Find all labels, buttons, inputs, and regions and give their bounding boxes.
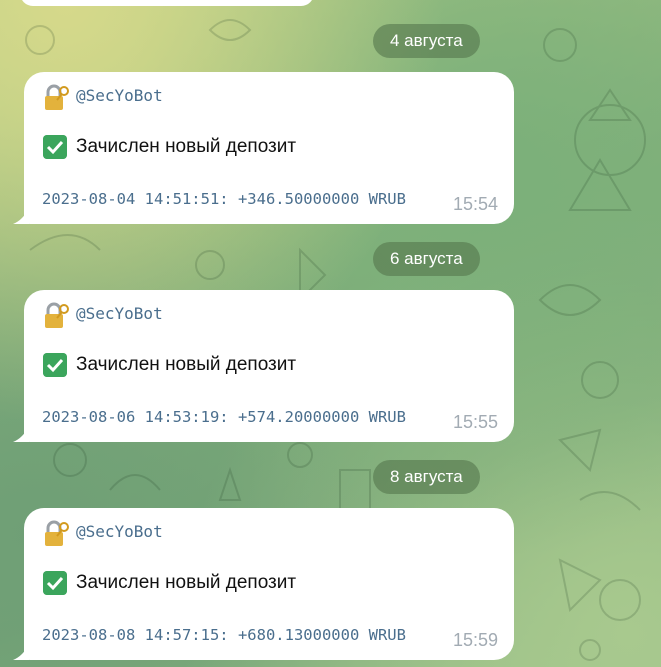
- message-text: Зачислен новый депозит: [76, 136, 297, 157]
- message-bubble[interactable]: @SecYoBot Зачислен новый депозит 2023-08…: [13, 72, 514, 224]
- sender-name[interactable]: @SecYoBot: [76, 304, 163, 323]
- message-bubble[interactable]: @SecYoBot Зачислен новый депозит 2023-08…: [13, 508, 514, 660]
- date-separator: 6 августа: [373, 242, 480, 276]
- message-time: 15:55: [452, 412, 498, 432]
- lock-with-key-icon: [45, 302, 69, 328]
- bubble-tail: [13, 644, 29, 660]
- deposit-details[interactable]: 2023-08-04 14:51:51: +346.50000000 WRUB: [42, 190, 406, 208]
- check-mark-icon: [43, 135, 67, 159]
- lock-with-key-icon: [45, 84, 69, 110]
- date-separator: 8 августа: [373, 460, 480, 494]
- check-mark-icon: [43, 571, 67, 595]
- sender-name[interactable]: @SecYoBot: [76, 86, 163, 105]
- message-time: 15:54: [452, 194, 498, 214]
- date-separator: 4 августа: [373, 24, 480, 58]
- sender-name[interactable]: @SecYoBot: [76, 522, 163, 541]
- deposit-details[interactable]: 2023-08-08 14:57:15: +680.13000000 WRUB: [42, 626, 406, 644]
- message-text: Зачислен новый депозит: [76, 572, 297, 593]
- deposit-details[interactable]: 2023-08-06 14:53:19: +574.20000000 WRUB: [42, 408, 406, 426]
- message-time: 15:59: [452, 630, 498, 650]
- lock-with-key-icon: [45, 520, 69, 546]
- message-bubble[interactable]: @SecYoBot Зачислен новый депозит 2023-08…: [13, 290, 514, 442]
- previous-message-bubble: [20, 0, 314, 6]
- bubble-tail: [13, 208, 29, 224]
- message-text: Зачислен новый депозит: [76, 354, 297, 375]
- check-mark-icon: [43, 353, 67, 377]
- bubble-tail: [13, 426, 29, 442]
